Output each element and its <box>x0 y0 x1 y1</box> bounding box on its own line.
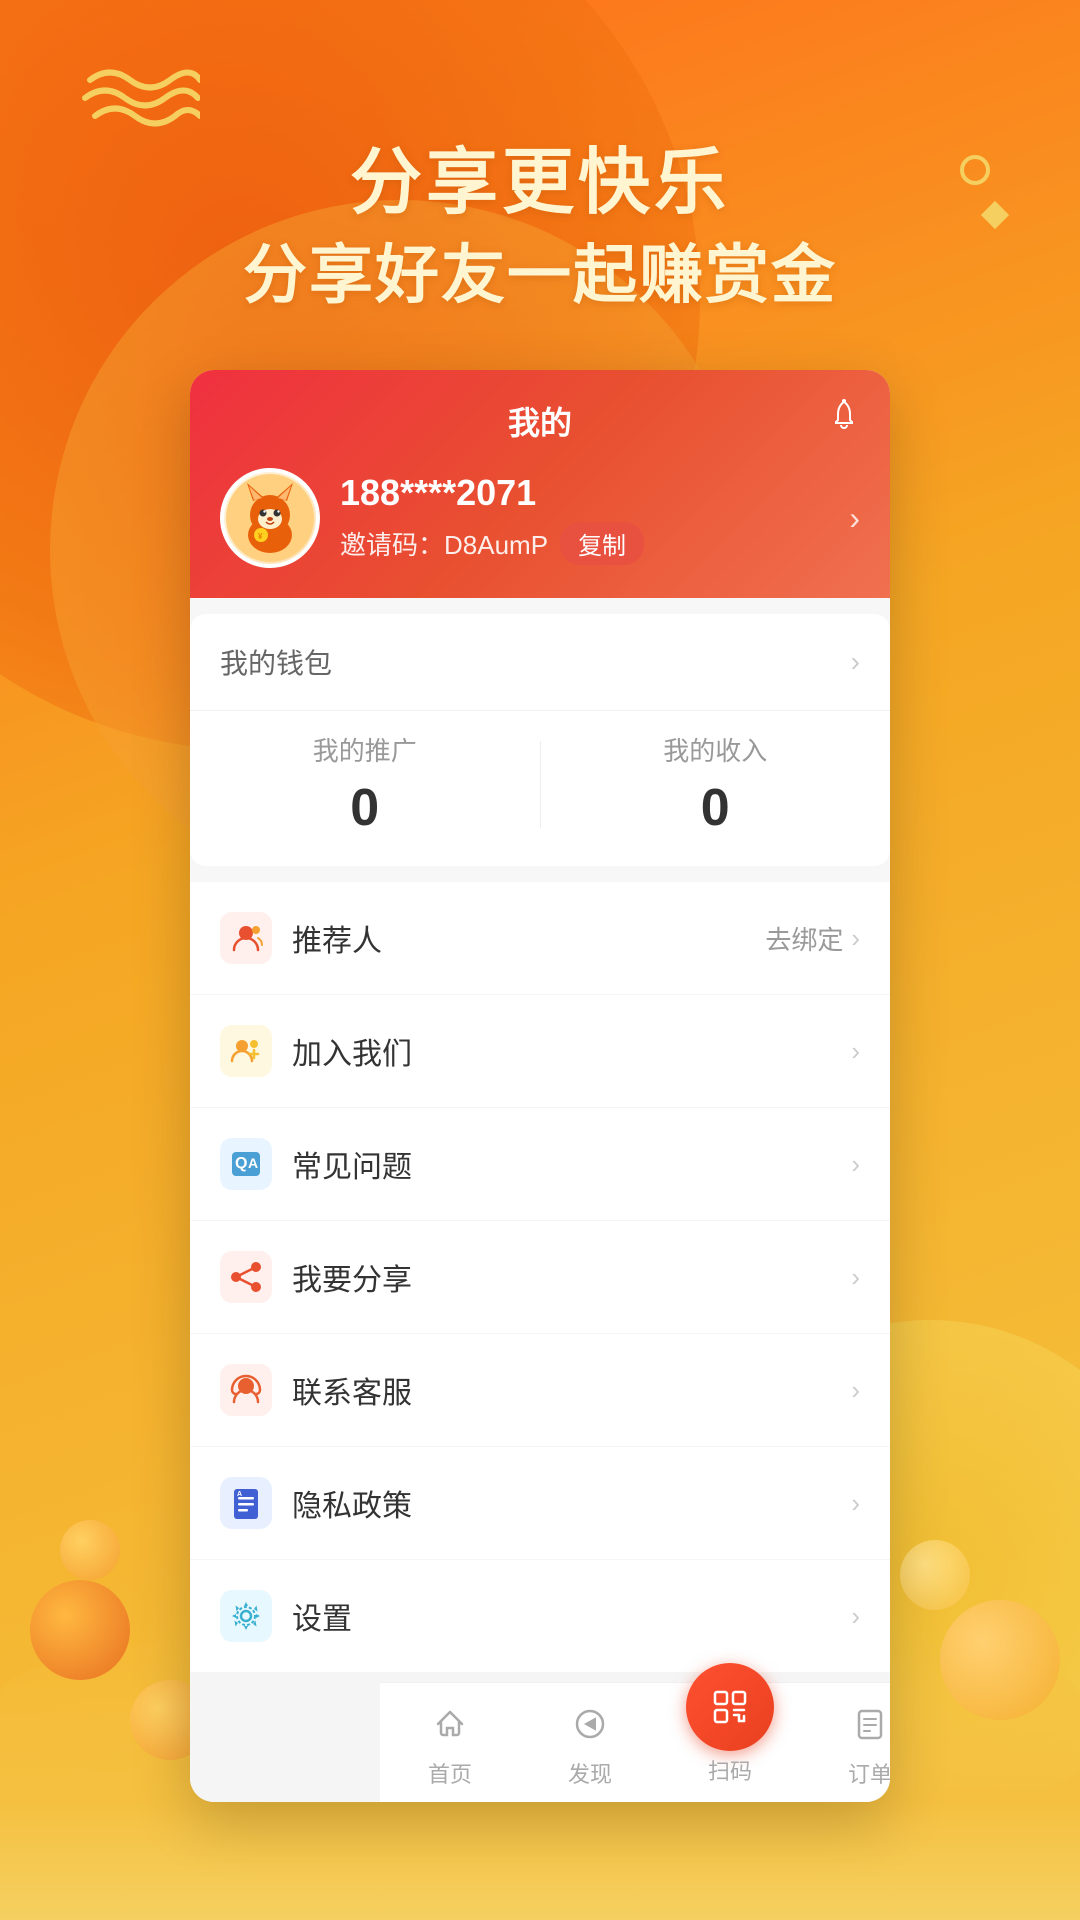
recommend-right: 去绑定 › <box>765 920 860 957</box>
decorative-ball-4 <box>940 1600 1060 1720</box>
wallet-arrow: › <box>851 646 860 678</box>
recommend-icon <box>220 912 272 964</box>
menu-item-join[interactable]: 加入我们 › <box>190 995 890 1108</box>
copy-button[interactable]: 复制 <box>560 522 644 565</box>
nav-discover[interactable]: 发现 <box>520 1683 660 1802</box>
privacy-label: 隐私政策 <box>292 1481 831 1525</box>
settings-arrow: › <box>851 1601 860 1632</box>
card-header: 我的 <box>190 370 890 598</box>
share-label: 我要分享 <box>292 1255 831 1299</box>
header-line1: 分享更快乐 <box>0 140 1080 226</box>
join-icon <box>220 1025 272 1077</box>
stat-promote: 我的推广 0 <box>190 731 540 838</box>
wallet-label: 我的钱包 <box>220 642 332 682</box>
privacy-right: › <box>851 1488 860 1519</box>
share-arrow: › <box>851 1262 860 1293</box>
orders-label: 订单 <box>848 1757 890 1789</box>
recommend-label: 推荐人 <box>292 916 745 960</box>
svg-text:A: A <box>237 1491 242 1498</box>
card-title: 我的 <box>220 398 860 444</box>
wallet-section: 我的钱包 › 我的推广 0 我的收入 0 <box>190 614 890 866</box>
profile-phone: 188****2071 <box>340 472 829 514</box>
decorative-ball-5 <box>900 1540 970 1610</box>
profile-arrow[interactable]: › <box>849 500 860 537</box>
header-text: 分享更快乐 分享好友一起赚赏金 <box>0 140 1080 318</box>
orders-icon <box>852 1706 888 1751</box>
menu-item-service[interactable]: 联系客服 › <box>190 1334 890 1447</box>
share-right: › <box>851 1262 860 1293</box>
join-arrow: › <box>851 1036 860 1067</box>
share-icon <box>220 1251 272 1303</box>
recommend-arrow: › <box>851 923 860 954</box>
discover-icon <box>572 1706 608 1751</box>
service-arrow: › <box>851 1375 860 1406</box>
service-right: › <box>851 1375 860 1406</box>
stat-promote-value: 0 <box>190 778 540 838</box>
phone-card: 我的 <box>190 370 890 1802</box>
faq-icon: Q A <box>220 1138 272 1190</box>
stat-income: 我的收入 0 <box>541 731 891 838</box>
privacy-arrow: › <box>851 1488 860 1519</box>
stat-income-label: 我的收入 <box>541 731 891 768</box>
faq-arrow: › <box>851 1149 860 1180</box>
discover-label: 发现 <box>568 1757 612 1789</box>
stat-income-value: 0 <box>541 778 891 838</box>
bottom-nav: 首页 发现 <box>380 1682 890 1802</box>
menu-item-faq[interactable]: Q A 常见问题 › <box>190 1108 890 1221</box>
menu-item-settings[interactable]: 设置 › <box>190 1560 890 1672</box>
svg-text:¥: ¥ <box>258 532 263 541</box>
wave-decoration <box>80 60 200 135</box>
bell-icon[interactable] <box>828 398 860 438</box>
scan-label: 扫码 <box>708 1754 752 1786</box>
privacy-icon: A <box>220 1477 272 1529</box>
home-label: 首页 <box>428 1757 472 1789</box>
wallet-row[interactable]: 我的钱包 › <box>190 614 890 711</box>
service-label: 联系客服 <box>292 1368 831 1412</box>
decorative-ball-1 <box>60 1520 120 1580</box>
service-icon <box>220 1364 272 1416</box>
menu-item-privacy[interactable]: A 隐私政策 › <box>190 1447 890 1560</box>
join-right: › <box>851 1036 860 1067</box>
decorative-ball-2 <box>30 1580 130 1680</box>
svg-text:A: A <box>248 1155 258 1171</box>
menu-section: 推荐人 去绑定 › 加入我们 › <box>190 882 890 1672</box>
recommend-sub: 去绑定 <box>765 920 843 957</box>
settings-icon <box>220 1590 272 1642</box>
invite-label: 邀请码：D8AumP <box>340 525 548 562</box>
nav-scan[interactable]: 扫码 <box>660 1683 800 1802</box>
menu-item-share[interactable]: 我要分享 › <box>190 1221 890 1334</box>
profile-info: 188****2071 邀请码：D8AumP 复制 <box>340 472 829 565</box>
svg-text:Q: Q <box>235 1155 247 1172</box>
stats-row: 我的推广 0 我的收入 0 <box>190 711 890 866</box>
join-label: 加入我们 <box>292 1029 831 1073</box>
nav-home[interactable]: 首页 <box>380 1683 520 1802</box>
menu-item-recommend[interactable]: 推荐人 去绑定 › <box>190 882 890 995</box>
profile-invite-row: 邀请码：D8AumP 复制 <box>340 522 829 565</box>
settings-right: › <box>851 1601 860 1632</box>
home-icon <box>432 1706 468 1751</box>
settings-label: 设置 <box>292 1594 831 1638</box>
nav-orders[interactable]: 订单 <box>800 1683 890 1802</box>
stat-promote-label: 我的推广 <box>190 731 540 768</box>
profile-row: ¥ 188****2071 邀请码：D8AumP 复制 › <box>220 468 860 568</box>
header-line2: 分享好友一起赚赏金 <box>0 234 1080 317</box>
faq-right: › <box>851 1149 860 1180</box>
scan-button[interactable] <box>686 1663 774 1751</box>
faq-label: 常见问题 <box>292 1142 831 1186</box>
avatar: ¥ <box>220 468 320 568</box>
